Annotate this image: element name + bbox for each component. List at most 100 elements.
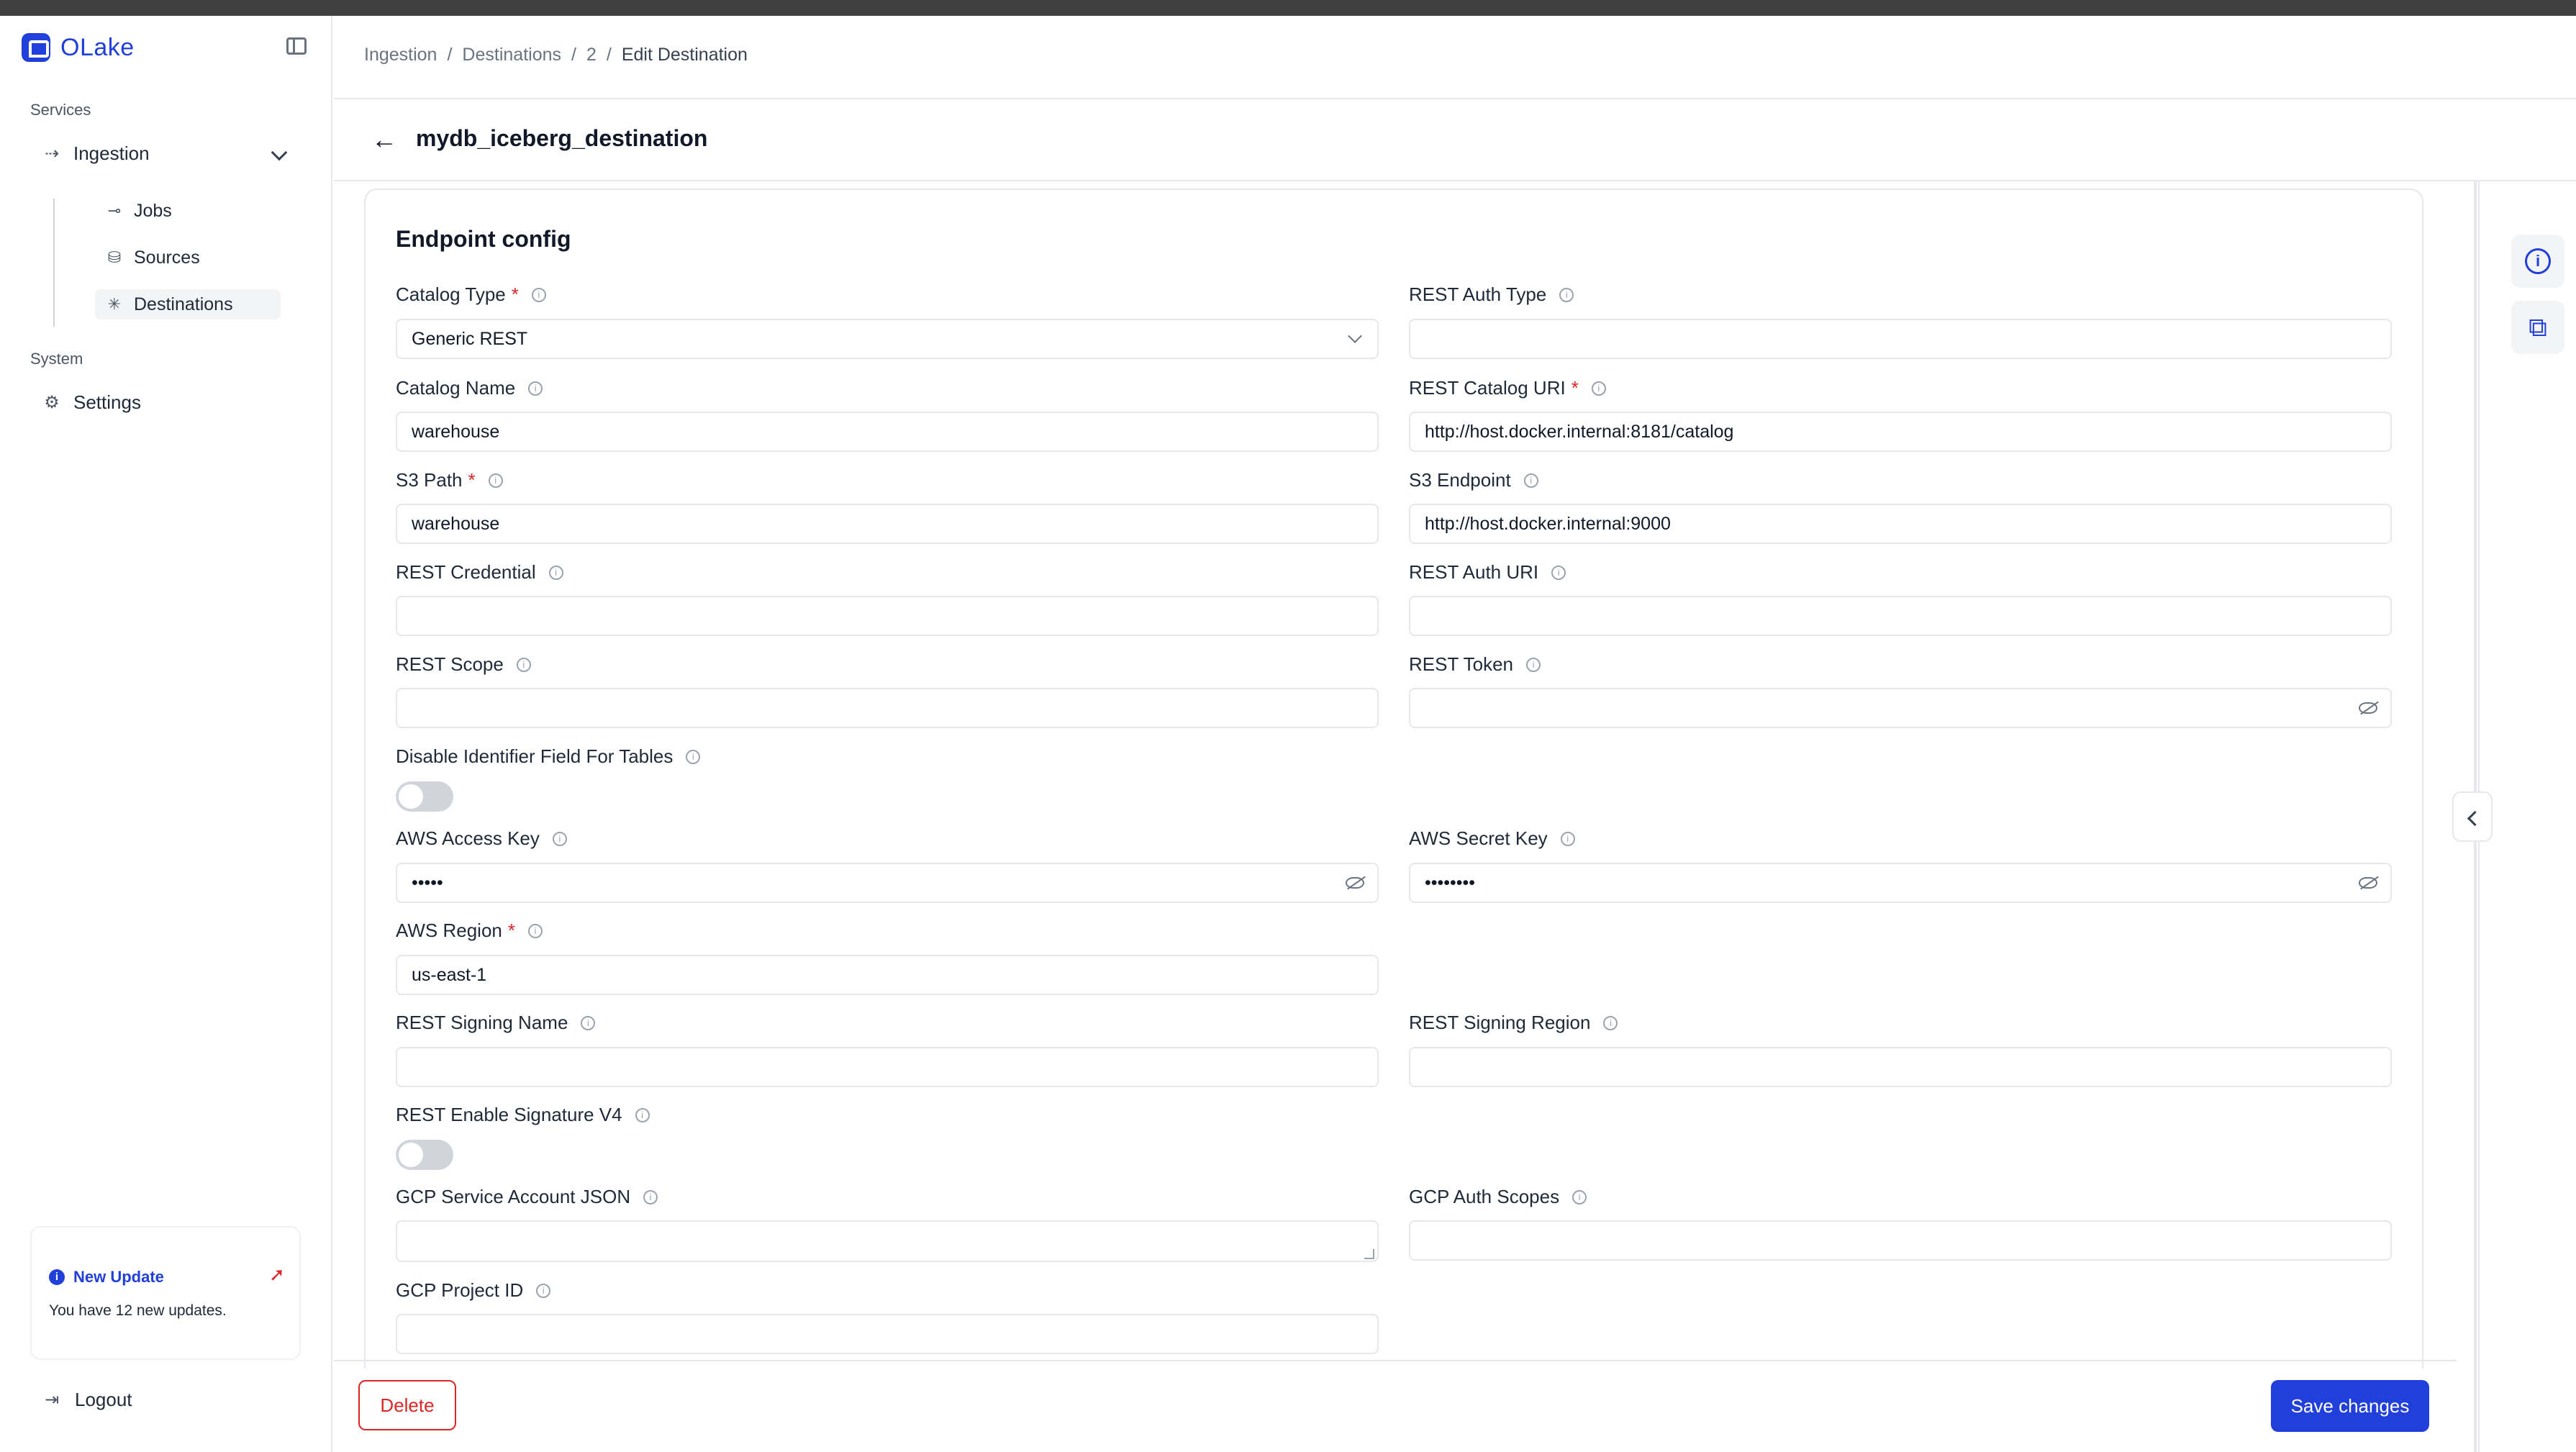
disable-identifier-label: Disable Identifier Field For Tables i (396, 745, 701, 768)
s3-endpoint-input[interactable]: http://host.docker.internal:9000 (1409, 504, 2392, 544)
jobs-icon: ⊸ (107, 201, 122, 219)
s3-path-label: S3 Path * i (396, 469, 503, 491)
rest-catalog-uri-input[interactable]: http://host.docker.internal:8181/catalog (1409, 412, 2392, 452)
app-logo[interactable]: OLake (22, 33, 135, 62)
resize-handle-icon[interactable] (1364, 1249, 1374, 1259)
update-title-text: New Update (73, 1268, 164, 1286)
info-icon[interactable]: i (686, 749, 701, 764)
s3-endpoint-label: S3 Endpoint i (1409, 469, 1538, 491)
gcp-service-account-textarea[interactable] (396, 1220, 1379, 1262)
info-icon[interactable]: i (1526, 657, 1541, 672)
panel-toggle-button[interactable] (2452, 791, 2493, 842)
sidebar-item-label: Jobs (134, 200, 172, 221)
info-icon[interactable]: i (536, 1283, 551, 1298)
sidebar-item-label: Settings (73, 391, 141, 413)
rest-token-input[interactable] (1409, 688, 2392, 728)
eye-off-icon[interactable] (2359, 702, 2377, 714)
info-icon[interactable]: i (1523, 473, 1538, 488)
delete-button[interactable]: Delete (358, 1380, 456, 1430)
sidebar-item-sources[interactable]: ⛁ Sources (95, 242, 281, 273)
section-title: Endpoint config (396, 226, 571, 252)
open-external-button[interactable]: ⧉ (2511, 301, 2564, 354)
info-icon: i (49, 1269, 65, 1285)
logout-button[interactable]: ⇥ Logout (42, 1389, 132, 1411)
gcp-service-account-label: GCP Service Account JSON i (396, 1186, 658, 1208)
eye-off-icon[interactable] (1346, 877, 1364, 889)
sidebar-item-ingestion[interactable]: ⇢ Ingestion (42, 142, 150, 165)
external-link-icon: ⧉ (2529, 312, 2547, 342)
info-icon[interactable]: i (528, 381, 543, 396)
s3-path-input[interactable]: warehouse (396, 504, 1379, 544)
aws-secret-key-label: AWS Secret Key i (1409, 827, 1575, 850)
info-icon[interactable]: i (1560, 831, 1575, 846)
sidebar-item-destinations[interactable]: ✳ Destinations (95, 289, 281, 319)
gcp-project-id-label: GCP Project ID i (396, 1279, 551, 1302)
breadcrumb-separator: / (606, 45, 612, 65)
disable-identifier-toggle[interactable] (396, 781, 453, 812)
rest-enable-sigv4-toggle[interactable] (396, 1140, 453, 1170)
rest-auth-type-label: REST Auth Type i (1409, 283, 1574, 306)
info-icon[interactable]: i (516, 657, 531, 672)
info-icon[interactable]: i (548, 565, 563, 580)
subnav-line (53, 199, 55, 327)
rest-scope-label: REST Scope i (396, 653, 531, 676)
gcp-auth-scopes-input[interactable] (1409, 1220, 2392, 1261)
info-icon[interactable]: i (635, 1107, 650, 1122)
aws-region-input[interactable]: us-east-1 (396, 955, 1379, 995)
info-icon[interactable]: i (1559, 287, 1574, 302)
rest-signing-region-input[interactable] (1409, 1047, 2392, 1087)
info-icon[interactable]: i (1551, 565, 1566, 580)
aws-secret-key-input[interactable]: •••••••• (1409, 863, 2392, 903)
info-icon[interactable]: i (528, 923, 543, 938)
gcp-project-id-input[interactable] (396, 1314, 1379, 1354)
sources-icon: ⛁ (107, 248, 122, 266)
info-icon[interactable]: i (1591, 381, 1606, 396)
endpoint-config-card (364, 189, 2423, 1369)
rest-auth-uri-input[interactable] (1409, 596, 2392, 636)
catalog-name-label: Catalog Name i (396, 377, 543, 399)
olake-logo-icon (22, 33, 50, 62)
rest-signing-name-label: REST Signing Name i (396, 1012, 596, 1034)
breadcrumb-separator: / (571, 45, 576, 65)
sidebar-item-label: Ingestion (73, 142, 150, 164)
sidebar-collapse-icon[interactable] (286, 37, 307, 55)
rest-scope-input[interactable] (396, 688, 1379, 728)
info-panel-button[interactable]: i (2511, 235, 2564, 288)
rest-catalog-uri-label: REST Catalog URI * i (1409, 377, 1606, 399)
breadcrumb-destinations[interactable]: Destinations (462, 45, 561, 65)
aws-access-key-input[interactable]: ••••• (396, 863, 1379, 903)
gcp-auth-scopes-label: GCP Auth Scopes i (1409, 1186, 1587, 1208)
header-divider (334, 98, 2576, 99)
breadcrumb-current: Edit Destination (621, 45, 748, 65)
sidebar-item-jobs[interactable]: ⊸ Jobs (95, 196, 281, 226)
info-icon[interactable]: i (552, 831, 567, 846)
rest-auth-type-input[interactable] (1409, 319, 2392, 359)
rest-token-label: REST Token i (1409, 653, 1541, 676)
sliders-icon: ⚙ (44, 393, 60, 412)
aws-access-key-label: AWS Access Key i (396, 827, 567, 850)
breadcrumb-separator: / (447, 45, 453, 65)
save-changes-button[interactable]: Save changes (2271, 1380, 2429, 1432)
header-divider (334, 180, 2576, 181)
breadcrumb-ingestion[interactable]: Ingestion (364, 45, 437, 65)
rest-auth-uri-label: REST Auth URI i (1409, 561, 1566, 584)
rest-credential-input[interactable] (396, 596, 1379, 636)
info-icon[interactable]: i (488, 473, 503, 488)
breadcrumb-id[interactable]: 2 (586, 45, 597, 65)
back-arrow-icon[interactable]: ← (371, 125, 397, 154)
update-card[interactable]: i New Update You have 12 new updates. ➚ (30, 1226, 301, 1360)
eye-off-icon[interactable] (2359, 877, 2377, 889)
info-icon[interactable]: i (1572, 1189, 1587, 1204)
info-icon[interactable]: i (581, 1015, 596, 1030)
catalog-type-select[interactable]: Generic REST (396, 319, 1379, 359)
info-icon[interactable]: i (643, 1189, 658, 1204)
rest-signing-name-input[interactable] (396, 1047, 1379, 1087)
destinations-icon: ✳ (107, 295, 122, 313)
catalog-name-input[interactable]: warehouse (396, 412, 1379, 452)
info-icon[interactable]: i (531, 287, 546, 302)
logout-label: Logout (75, 1389, 132, 1410)
info-icon[interactable]: i (1603, 1015, 1618, 1030)
breadcrumb: Ingestion / Destinations / 2 / Edit Dest… (364, 45, 748, 65)
sidebar-item-settings[interactable]: ⚙ Settings (42, 391, 141, 414)
footer-divider (334, 1360, 2457, 1361)
